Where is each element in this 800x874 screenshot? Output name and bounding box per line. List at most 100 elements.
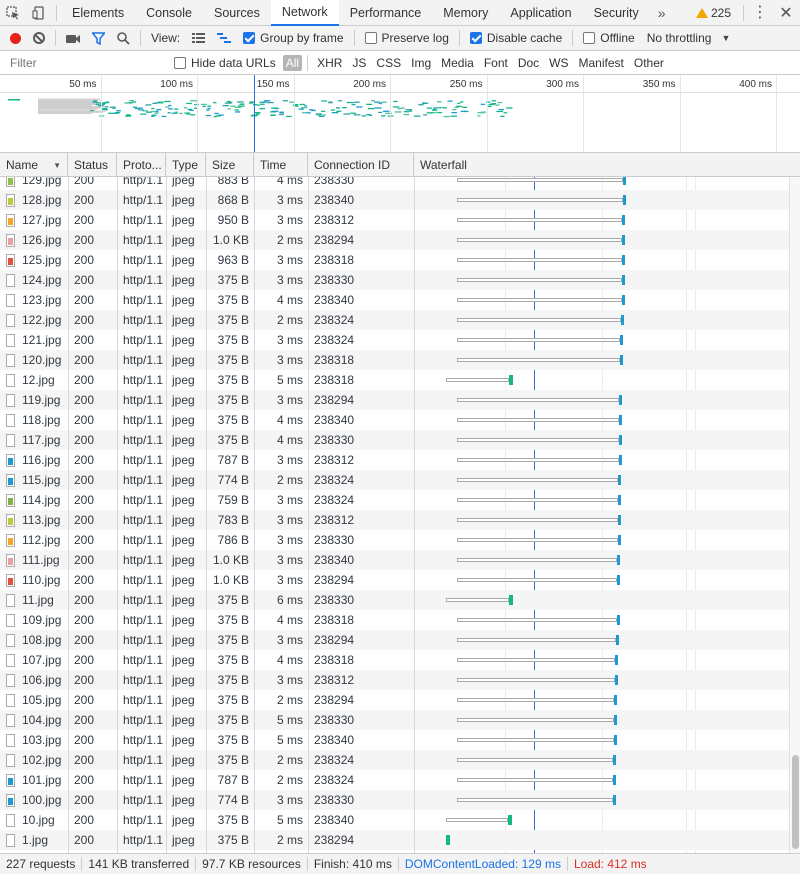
- column-protocol-label: Proto...: [123, 158, 162, 172]
- table-row[interactable]: 124.jpg 200 http/1.1 jpeg 375 B 3 ms 238330: [0, 270, 789, 290]
- table-row[interactable]: 103.jpg 200 http/1.1 jpeg 375 B 5 ms 238340: [0, 730, 789, 750]
- table-row[interactable]: 115.jpg 200 http/1.1 jpeg 774 B 2 ms 238324: [0, 470, 789, 490]
- overview-request-bar: [343, 113, 351, 115]
- filter-toggle-button[interactable]: [86, 26, 111, 51]
- request-list-scrollbar[interactable]: [789, 177, 800, 853]
- table-row[interactable]: 117.jpg 200 http/1.1 jpeg 375 B 4 ms 238330: [0, 430, 789, 450]
- filter-type-manifest[interactable]: Manifest: [575, 56, 628, 70]
- filter-type-other[interactable]: Other: [630, 56, 668, 70]
- request-time-cell: 2 ms: [276, 753, 303, 767]
- warnings-counter[interactable]: 225: [688, 6, 739, 20]
- device-toolbar-icon[interactable]: [26, 0, 52, 26]
- column-header-waterfall[interactable]: Waterfall: [414, 153, 800, 177]
- overview-request-bar: [491, 100, 497, 102]
- table-row[interactable]: 116.jpg 200 http/1.1 jpeg 787 B 3 ms 238312: [0, 450, 789, 470]
- table-row[interactable]: 127.jpg 200 http/1.1 jpeg 950 B 3 ms 238312: [0, 210, 789, 230]
- overview-toggle-button[interactable]: [211, 26, 237, 51]
- inspect-element-icon[interactable]: [0, 0, 26, 26]
- table-row[interactable]: 119.jpg 200 http/1.1 jpeg 375 B 3 ms 238294: [0, 390, 789, 410]
- network-overview[interactable]: 50 ms 100 ms 150 ms 200 ms 250 ms 300 ms 350 m…: [0, 75, 800, 153]
- table-row[interactable]: 106.jpg 200 http/1.1 jpeg 375 B 3 ms 238312: [0, 670, 789, 690]
- table-row[interactable]: 101.jpg 200 http/1.1 jpeg 787 B 2 ms 238324: [0, 770, 789, 790]
- request-name-cell: 11.jpg: [0, 590, 68, 610]
- request-size-cell: 1.0 KB: [212, 573, 249, 587]
- request-type-cell: jpeg: [172, 613, 195, 627]
- filter-input[interactable]: [0, 51, 166, 74]
- preserve-log-checkbox[interactable]: Preserve log: [359, 26, 455, 51]
- tab-memory[interactable]: Memory: [432, 0, 499, 26]
- overview-request-bar: [346, 101, 351, 104]
- filter-type-ws[interactable]: WS: [545, 56, 572, 70]
- table-row[interactable]: 125.jpg 200 http/1.1 jpeg 963 B 3 ms 238318: [0, 250, 789, 270]
- tab-network[interactable]: Network: [270, 0, 339, 26]
- table-row[interactable]: 118.jpg 200 http/1.1 jpeg 375 B 4 ms 238340: [0, 410, 789, 430]
- tab-security[interactable]: Security: [583, 0, 650, 26]
- checkbox-unchecked-icon: [583, 32, 596, 44]
- table-row[interactable]: 110.jpg 200 http/1.1 jpeg 1.0 KB 3 ms 238294: [0, 570, 789, 590]
- overview-request-bar: [356, 106, 363, 108]
- table-row[interactable]: 1.jpg 200 http/1.1 jpeg 375 B 2 ms 238294: [0, 830, 789, 850]
- table-row[interactable]: 11.jpg 200 http/1.1 jpeg 375 B 6 ms 238330: [0, 590, 789, 610]
- table-row[interactable]: 108.jpg 200 http/1.1 jpeg 375 B 3 ms 238294: [0, 630, 789, 650]
- disable-cache-checkbox[interactable]: Disable cache: [464, 26, 568, 51]
- request-name-cell: 126.jpg: [0, 230, 68, 250]
- table-row[interactable]: 104.jpg 200 http/1.1 jpeg 375 B 5 ms 238330: [0, 710, 789, 730]
- more-tabs-button[interactable]: »: [650, 0, 674, 26]
- filter-type-doc[interactable]: Doc: [514, 56, 543, 70]
- column-header-type[interactable]: Type: [166, 153, 206, 177]
- table-row[interactable]: 102.jpg 200 http/1.1 jpeg 375 B 2 ms 238324: [0, 750, 789, 770]
- column-header-name[interactable]: Name ▼: [0, 153, 68, 177]
- kebab-menu-icon[interactable]: ⋮: [748, 0, 772, 26]
- capture-screenshots-button[interactable]: [60, 26, 86, 51]
- offline-checkbox[interactable]: Offline: [577, 26, 640, 51]
- request-protocol-cell: http/1.1: [123, 353, 164, 367]
- table-row[interactable]: 111.jpg 200 http/1.1 jpeg 1.0 KB 3 ms 238340: [0, 550, 789, 570]
- table-row[interactable]: 122.jpg 200 http/1.1 jpeg 375 B 2 ms 238324: [0, 310, 789, 330]
- table-row[interactable]: 121.jpg 200 http/1.1 jpeg 375 B 3 ms 238324: [0, 330, 789, 350]
- tab-application[interactable]: Application: [499, 0, 582, 26]
- column-header-size[interactable]: Size: [206, 153, 254, 177]
- request-time-cell: 3 ms: [276, 673, 303, 687]
- close-icon[interactable]: ✕: [772, 3, 800, 23]
- column-header-protocol[interactable]: Proto...: [117, 153, 166, 177]
- record-button[interactable]: [4, 26, 27, 51]
- table-row[interactable]: 107.jpg 200 http/1.1 jpeg 375 B 4 ms 238318: [0, 650, 789, 670]
- table-row[interactable]: 12.jpg 200 http/1.1 jpeg 375 B 5 ms 238318: [0, 370, 789, 390]
- filter-type-css[interactable]: CSS: [372, 56, 405, 70]
- column-header-time[interactable]: Time: [254, 153, 308, 177]
- table-row[interactable]: 123.jpg 200 http/1.1 jpeg 375 B 4 ms 238340: [0, 290, 789, 310]
- column-header-status[interactable]: Status: [68, 153, 117, 177]
- table-row[interactable]: 10.jpg 200 http/1.1 jpeg 375 B 5 ms 238340: [0, 810, 789, 830]
- table-row[interactable]: 128.jpg 200 http/1.1 jpeg 868 B 3 ms 238340: [0, 190, 789, 210]
- table-row[interactable]: 114.jpg 200 http/1.1 jpeg 759 B 3 ms 238324: [0, 490, 789, 510]
- filter-type-all[interactable]: All: [282, 54, 303, 71]
- hide-data-urls-checkbox[interactable]: Hide data URLs: [174, 56, 276, 70]
- tab-console[interactable]: Console: [135, 0, 203, 26]
- table-row[interactable]: 100.jpg 200 http/1.1 jpeg 774 B 3 ms 238330: [0, 790, 789, 810]
- request-type-cell: jpeg: [172, 273, 195, 287]
- filter-type-js[interactable]: JS: [348, 56, 370, 70]
- waterfall-content-download-bar: [620, 335, 624, 345]
- table-row[interactable]: 129.jpg 200 http/1.1 jpeg 883 B 4 ms 238330: [0, 177, 789, 190]
- table-row[interactable]: 113.jpg 200 http/1.1 jpeg 783 B 3 ms 238312: [0, 510, 789, 530]
- filter-type-xhr[interactable]: XHR: [313, 56, 346, 70]
- filter-type-img[interactable]: Img: [407, 56, 435, 70]
- tab-elements[interactable]: Elements: [61, 0, 135, 26]
- table-row[interactable]: 126.jpg 200 http/1.1 jpeg 1.0 KB 2 ms 238294: [0, 230, 789, 250]
- scrollbar-thumb[interactable]: [792, 755, 799, 849]
- filter-type-font[interactable]: Font: [480, 56, 512, 70]
- tab-sources[interactable]: Sources: [203, 0, 271, 26]
- clear-button[interactable]: [27, 26, 51, 51]
- table-row[interactable]: 109.jpg 200 http/1.1 jpeg 375 B 4 ms 238318: [0, 610, 789, 630]
- throttling-select[interactable]: No throttling ▼: [641, 26, 737, 51]
- group-by-frame-checkbox[interactable]: Group by frame: [237, 26, 349, 51]
- waterfall-waiting-bar: [457, 178, 623, 182]
- table-row[interactable]: 112.jpg 200 http/1.1 jpeg 786 B 3 ms 238330: [0, 530, 789, 550]
- table-row[interactable]: 120.jpg 200 http/1.1 jpeg 375 B 3 ms 238318: [0, 350, 789, 370]
- column-header-connection-id[interactable]: Connection ID: [308, 153, 414, 177]
- search-button[interactable]: [111, 26, 136, 51]
- filter-type-media[interactable]: Media: [437, 56, 478, 70]
- tab-performance[interactable]: Performance: [339, 0, 433, 26]
- table-row[interactable]: 105.jpg 200 http/1.1 jpeg 375 B 2 ms 238294: [0, 690, 789, 710]
- large-rows-button[interactable]: [186, 26, 211, 51]
